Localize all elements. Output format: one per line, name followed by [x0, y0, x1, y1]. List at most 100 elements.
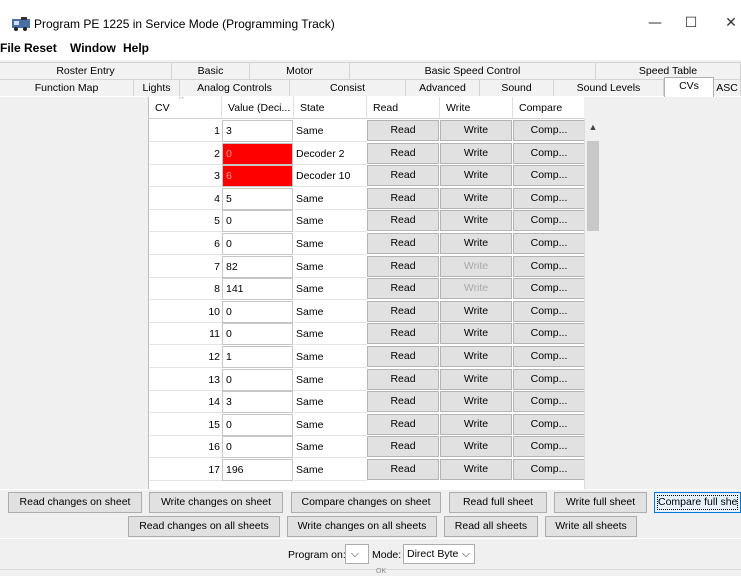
compare-cv-button[interactable]: Comp... — [513, 413, 584, 435]
cv-value-input[interactable]: 196 — [222, 459, 293, 481]
read-cv-button[interactable]: Read — [367, 436, 439, 458]
tab-roster-entry[interactable]: Roster Entry — [0, 62, 172, 79]
write-cv-button[interactable]: Write — [440, 142, 512, 164]
cv-value-input[interactable]: 0 — [222, 368, 293, 391]
compare-changes-on-sheet-button[interactable]: Compare changes on sheet — [291, 492, 441, 513]
cv-value-input[interactable]: 0 — [222, 436, 293, 459]
read-cv-button[interactable]: Read — [367, 346, 439, 367]
compare-cv-button[interactable]: Comp... — [513, 436, 584, 458]
maximize-button[interactable]: ☐ — [678, 12, 704, 34]
column-header-state[interactable]: State — [294, 97, 367, 119]
vertical-scrollbar[interactable]: ▲ — [584, 119, 600, 489]
scrollbar-thumb[interactable] — [587, 141, 599, 231]
write-cv-button[interactable]: Write — [440, 165, 512, 187]
tab-motor[interactable]: Motor — [250, 62, 350, 79]
tab-cvs[interactable]: CVs — [664, 77, 714, 97]
read-cv-button[interactable]: Read — [367, 413, 439, 435]
cv-value-input[interactable]: 6 — [222, 165, 293, 188]
compare-cv-button[interactable]: Comp... — [513, 255, 584, 277]
tab-function-map[interactable]: Function Map — [0, 79, 134, 96]
compare-cv-button[interactable]: Comp... — [513, 120, 584, 141]
write-cv-button[interactable]: Write — [440, 459, 512, 480]
compare-cv-button[interactable]: Comp... — [513, 210, 584, 232]
cv-value-input[interactable]: 0 — [222, 233, 293, 255]
write-cv-button[interactable]: Write — [440, 368, 512, 390]
compare-cv-button[interactable]: Comp... — [513, 300, 584, 322]
tab-lights[interactable]: Lights — [134, 79, 180, 96]
read-cv-button[interactable]: Read — [367, 165, 439, 187]
write-all-sheets-button[interactable]: Write all sheets — [545, 516, 637, 537]
write-cv-button[interactable]: Write — [440, 300, 512, 322]
read-cv-button[interactable]: Read — [367, 233, 439, 254]
cv-value-input[interactable]: 5 — [222, 187, 293, 210]
read-cv-button[interactable]: Read — [367, 368, 439, 390]
tab-consist[interactable]: Consist — [290, 79, 406, 96]
tab-sound[interactable]: Sound — [480, 79, 554, 96]
scroll-up-icon[interactable]: ▲ — [585, 119, 601, 135]
write-cv-button[interactable]: Write — [440, 120, 512, 141]
program-on-select[interactable]: ⌵ — [345, 544, 369, 564]
cv-value-input[interactable]: 82 — [222, 255, 293, 278]
read-cv-button[interactable]: Read — [367, 278, 439, 300]
read-changes-on-sheet-button[interactable]: Read changes on sheet — [8, 492, 142, 513]
read-cv-button[interactable]: Read — [367, 391, 439, 413]
read-cv-button[interactable]: Read — [367, 142, 439, 164]
compare-cv-button[interactable]: Comp... — [513, 391, 584, 413]
mode-select[interactable]: Direct Byte ⌵ — [403, 544, 475, 564]
column-header-write[interactable]: Write — [440, 97, 513, 119]
menu-file[interactable]: File — [0, 41, 21, 55]
read-cv-button[interactable]: Read — [367, 210, 439, 232]
read-cv-button[interactable]: Read — [367, 120, 439, 141]
compare-cv-button[interactable]: Comp... — [513, 187, 584, 209]
read-changes-on-all-sheets-button[interactable]: Read changes on all sheets — [128, 516, 280, 537]
write-cv-button[interactable]: Write — [440, 278, 512, 300]
write-cv-button[interactable]: Write — [440, 187, 512, 209]
compare-cv-button[interactable]: Comp... — [513, 233, 584, 254]
write-cv-button[interactable]: Write — [440, 233, 512, 254]
write-cv-button[interactable]: Write — [440, 391, 512, 413]
read-cv-button[interactable]: Read — [367, 300, 439, 322]
write-cv-button[interactable]: Write — [440, 346, 512, 367]
cv-value-input[interactable]: 3 — [222, 120, 293, 142]
compare-cv-button[interactable]: Comp... — [513, 368, 584, 390]
read-cv-button[interactable]: Read — [367, 323, 439, 345]
read-full-sheet-button[interactable]: Read full sheet — [449, 492, 547, 513]
compare-cv-button[interactable]: Comp... — [513, 323, 584, 345]
column-header-value[interactable]: Value (Deci... — [222, 97, 294, 119]
read-cv-button[interactable]: Read — [367, 459, 439, 480]
compare-cv-button[interactable]: Comp... — [513, 459, 584, 480]
compare-cv-button[interactable]: Comp... — [513, 278, 584, 300]
write-full-sheet-button[interactable]: Write full sheet — [554, 492, 647, 513]
tab-advanced[interactable]: Advanced — [406, 79, 480, 96]
read-cv-button[interactable]: Read — [367, 255, 439, 277]
cv-value-input[interactable]: 0 — [222, 323, 293, 346]
tab-analog-controls[interactable]: Analog Controls — [180, 79, 290, 96]
tab-basic-speed-control[interactable]: Basic Speed Control — [350, 62, 596, 79]
read-cv-button[interactable]: Read — [367, 187, 439, 209]
compare-cv-button[interactable]: Comp... — [513, 346, 584, 367]
compare-cv-button[interactable]: Comp... — [513, 142, 584, 164]
write-cv-button[interactable]: Write — [440, 210, 512, 232]
cv-value-input[interactable]: 141 — [222, 278, 293, 301]
minimize-button[interactable]: — — [642, 12, 668, 34]
tab-basic[interactable]: Basic — [172, 62, 250, 79]
menu-window[interactable]: Window — [70, 41, 116, 55]
column-header-cv[interactable]: CV ^ — [149, 97, 222, 119]
cv-value-input[interactable]: 0 — [222, 210, 293, 233]
tab-asc[interactable]: ASC — [714, 79, 741, 96]
cv-value-input[interactable]: 1 — [222, 346, 293, 368]
cv-value-input[interactable]: 0 — [222, 413, 293, 436]
write-cv-button[interactable]: Write — [440, 413, 512, 435]
column-header-read[interactable]: Read — [367, 97, 440, 119]
write-changes-on-all-sheets-button[interactable]: Write changes on all sheets — [287, 516, 437, 537]
write-changes-on-sheet-button[interactable]: Write changes on sheet — [149, 492, 283, 513]
cv-value-input[interactable]: 0 — [222, 142, 293, 165]
cv-value-input[interactable]: 3 — [222, 391, 293, 414]
write-cv-button[interactable]: Write — [440, 436, 512, 458]
column-header-compare[interactable]: Compare — [513, 97, 584, 119]
cv-value-input[interactable]: 0 — [222, 300, 293, 323]
write-cv-button[interactable]: Write — [440, 323, 512, 345]
compare-full-sheet-button[interactable]: Compare full she — [654, 492, 741, 513]
write-cv-button[interactable]: Write — [440, 255, 512, 277]
read-all-sheets-button[interactable]: Read all sheets — [444, 516, 538, 537]
